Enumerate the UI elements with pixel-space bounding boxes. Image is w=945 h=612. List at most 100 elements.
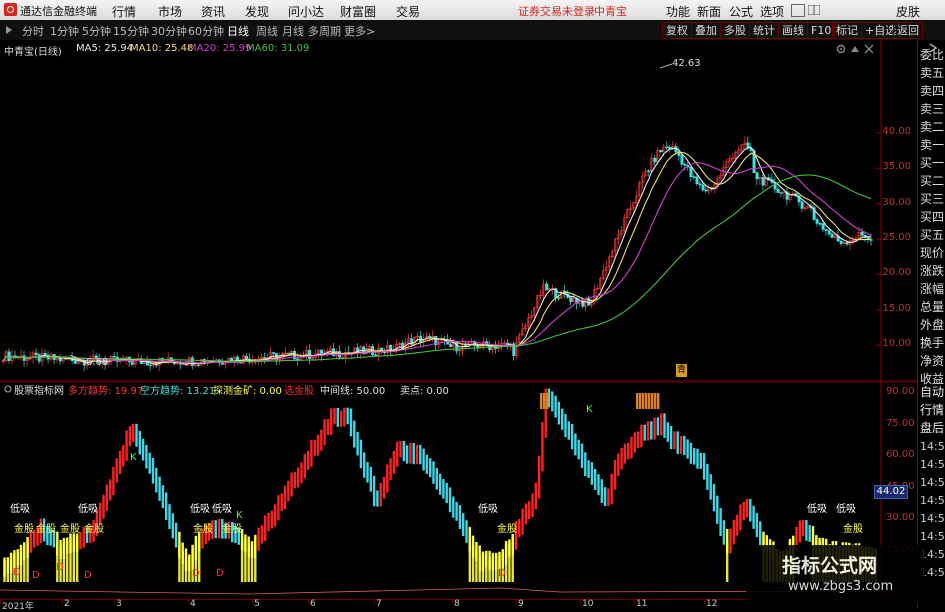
signal-d: D	[56, 562, 64, 573]
sidebar-field: 总量	[920, 300, 945, 314]
tab-fenshi[interactable]: 分时	[22, 23, 44, 39]
sidebar-field: 卖一	[920, 138, 945, 152]
legend-duofang: 多方趋势: 19.97	[68, 386, 144, 397]
signal-gold: 金股	[497, 524, 517, 535]
sidebar-tab[interactable]: 自动	[920, 385, 945, 400]
date-label: 7	[376, 599, 382, 609]
sidebar-field: 买五	[920, 228, 945, 242]
sidebar-field: 买二	[920, 174, 945, 188]
btn-fanhui[interactable]: 返回	[893, 22, 923, 39]
up-triangle-icon[interactable]	[850, 44, 860, 54]
tab-60min[interactable]: 60分钟	[188, 23, 224, 39]
date-tick	[62, 600, 63, 604]
menu-gongneng[interactable]: 功能	[666, 3, 690, 20]
tab-weekly[interactable]: 周线	[256, 23, 278, 39]
indicator-top-bar	[540, 393, 543, 409]
indicator-top-bar	[642, 393, 645, 409]
date-tick	[114, 600, 115, 604]
menu-zixun[interactable]: 资讯	[201, 3, 225, 20]
indicator-circle-icon	[4, 383, 12, 393]
menu-layout-icon[interactable]	[807, 4, 821, 16]
date-label: 4	[190, 599, 196, 609]
close-icon[interactable]	[864, 44, 874, 54]
legend-tance: 探测金矿: 0.00	[213, 386, 282, 397]
tab-daily[interactable]: 日线	[227, 23, 249, 39]
sidebar-field: 买一	[920, 156, 945, 170]
price-chart-canvas[interactable]	[0, 40, 917, 382]
menu-xinmian[interactable]: 新面	[697, 3, 721, 20]
menu-caifuquan[interactable]: 财富圈	[340, 3, 376, 20]
tick-time: 14:50	[920, 476, 945, 489]
btn-huaxian[interactable]: 画线	[778, 22, 808, 39]
toolbar-arrow-icon[interactable]	[4, 25, 14, 35]
sidebar-field: 涨幅	[920, 282, 945, 296]
sidebar-tab[interactable]: 行情	[920, 403, 945, 418]
price-y-label: 10.00	[882, 338, 911, 350]
sidebar-field: 外盘	[920, 318, 945, 332]
menu-wenxiaoda[interactable]: 问小达	[288, 3, 324, 20]
btn-biaoji[interactable]: 标记	[832, 22, 862, 39]
tab-5min[interactable]: 5分钟	[82, 23, 111, 39]
btn-diejia[interactable]: 叠加	[691, 22, 721, 39]
price-chart-panel[interactable]: 中青宝(日线) MA5: 25.94 MA10: 25.48 MA20: 25.…	[0, 40, 917, 382]
date-label: 2021年	[2, 602, 34, 612]
price-panel-title: 中青宝(日线)	[4, 47, 62, 58]
event-marker[interactable]: 青	[676, 364, 687, 377]
sidebar-tab[interactable]: 盘后	[920, 421, 945, 436]
menu-gongshi[interactable]: 公式	[729, 3, 753, 20]
tab-30min[interactable]: 30分钟	[151, 23, 187, 39]
tab-15min[interactable]: 15分钟	[113, 23, 149, 39]
signal-low: 低吸	[190, 504, 210, 515]
signal-d: D	[192, 568, 200, 579]
menu-hangqing[interactable]: 行情	[112, 3, 136, 20]
current-value-badge: 44.02	[874, 485, 908, 499]
indicator-top-bar	[639, 393, 642, 409]
signal-k: K	[236, 510, 243, 521]
date-tick	[516, 600, 517, 604]
signal-d: D	[216, 568, 224, 579]
tab-monthly[interactable]: 月线	[282, 23, 304, 39]
tick-time: 14:50	[920, 530, 945, 543]
indicator-y-label: 90.00	[886, 386, 915, 397]
sidebar-field: 卖二	[920, 120, 945, 134]
date-tick	[0, 600, 1, 604]
signal-low: 低吸	[807, 504, 827, 515]
date-tick	[704, 600, 705, 604]
date-tick	[308, 600, 309, 604]
btn-duogu[interactable]: 多股	[720, 22, 750, 39]
menu-jiaoyi[interactable]: 交易	[396, 3, 420, 20]
indicator-top-bar	[657, 393, 660, 409]
menu-restore-icon[interactable]	[791, 4, 805, 17]
app-logo-icon	[4, 3, 17, 16]
tab-more-label: 更多	[344, 25, 366, 38]
menu-xuanxiang[interactable]: 选项	[760, 3, 784, 20]
tab-1min[interactable]: 1分钟	[50, 23, 79, 39]
signal-low: 低吸	[478, 504, 498, 515]
signal-k: K	[586, 404, 593, 415]
sidebar-field: 卖三	[920, 102, 945, 116]
indicator-top-bar	[648, 393, 651, 409]
watermark-title: 指标公式网	[782, 555, 878, 577]
signal-d: D	[13, 567, 21, 578]
app-title: 通达信金融终端	[20, 5, 97, 18]
menu-shichang[interactable]: 市场	[158, 3, 182, 20]
btn-tongji[interactable]: 统计	[749, 22, 779, 39]
tab-multi-period[interactable]: 多周期	[308, 23, 341, 39]
date-label: 9	[518, 599, 524, 609]
signal-gold: 金股	[84, 524, 104, 535]
btn-fuquan[interactable]: 复权	[662, 22, 692, 39]
menu-skin[interactable]: 皮肤	[896, 3, 920, 20]
signal-gold: 金股	[36, 524, 56, 535]
sidebar-field: 净资	[920, 354, 945, 368]
signal-d: D	[32, 570, 40, 581]
menu-faxian[interactable]: 发现	[245, 3, 269, 20]
login-notice[interactable]: 证券交易未登录	[518, 3, 595, 19]
period-toolbar: 分时 1分钟 5分钟 15分钟 30分钟 60分钟 日线 周线 月线 多周期 更…	[0, 20, 945, 41]
date-label: 11	[636, 599, 648, 609]
tab-more[interactable]: 更多>	[344, 23, 375, 39]
sidebar-field: 卖四	[920, 84, 945, 98]
price-y-label: 40.00	[882, 125, 911, 137]
settings-gear-icon[interactable]	[836, 44, 846, 54]
tick-time: 14:50	[920, 440, 945, 453]
date-tick	[634, 600, 635, 604]
